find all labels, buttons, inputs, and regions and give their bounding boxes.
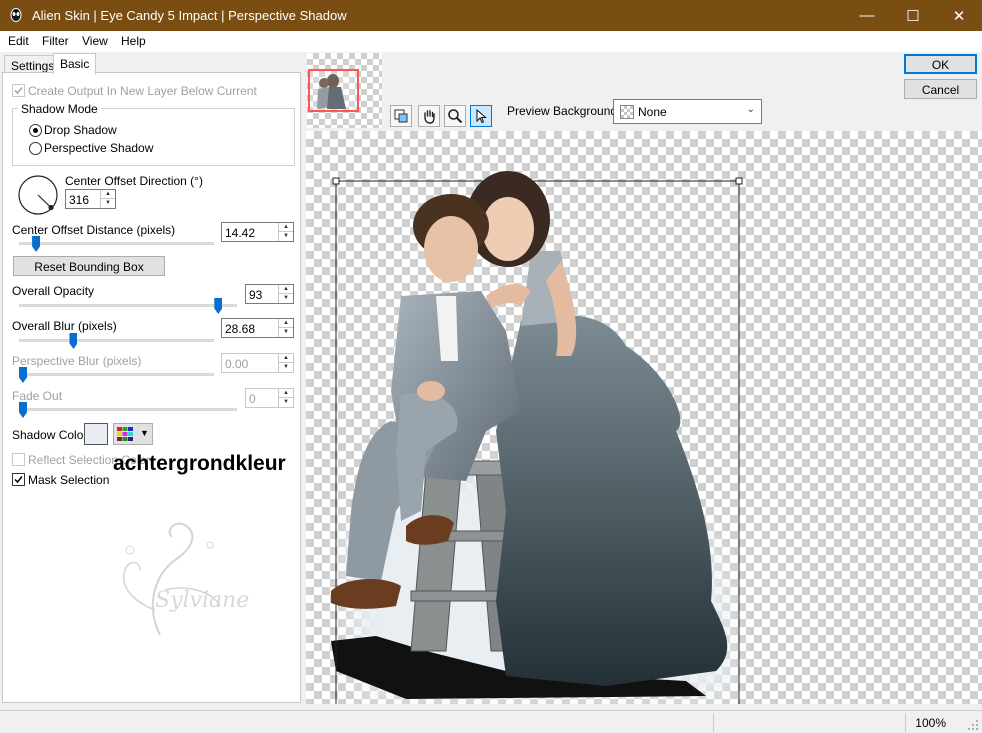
spinner-arrows[interactable]: ▲ ▼ bbox=[278, 389, 293, 407]
fade-out-value: 0 bbox=[249, 392, 256, 406]
spinner-arrows[interactable]: ▲ ▼ bbox=[278, 223, 293, 241]
spinner-arrows[interactable]: ▲ ▼ bbox=[278, 285, 293, 303]
minimize-button[interactable]: — bbox=[844, 0, 890, 31]
center-offset-distance-input[interactable]: 14.42 ▲ ▼ bbox=[221, 222, 294, 242]
status-bar: 100% bbox=[0, 710, 982, 733]
chevron-down-icon: ⌄ bbox=[746, 104, 755, 115]
title-bar: Alien Skin | Eye Candy 5 Impact | Perspe… bbox=[0, 0, 982, 31]
maximize-icon: ☐ bbox=[906, 7, 920, 25]
mask-selection-label: Mask Selection bbox=[28, 473, 110, 487]
radio-selected-dot bbox=[33, 128, 38, 133]
transparent-swatch-icon bbox=[620, 105, 634, 119]
perspective-blur-track[interactable] bbox=[19, 373, 214, 376]
shadow-color-swatch[interactable] bbox=[84, 423, 108, 445]
reset-bounding-box-button[interactable]: Reset Bounding Box bbox=[13, 256, 165, 276]
hand-icon bbox=[424, 110, 435, 124]
compare-tool-button[interactable] bbox=[390, 105, 412, 127]
menu-help[interactable]: Help bbox=[121, 34, 146, 48]
zoom-tool-button[interactable] bbox=[444, 105, 466, 127]
select-tool-button[interactable] bbox=[470, 105, 492, 127]
shadow-mode-group bbox=[12, 108, 295, 166]
create-output-checkbox[interactable] bbox=[12, 84, 25, 97]
zoom-level: 100% bbox=[915, 716, 946, 730]
checkmark-icon bbox=[14, 87, 23, 95]
spinner-arrows[interactable]: ▲ ▼ bbox=[278, 319, 293, 337]
cancel-button[interactable]: Cancel bbox=[904, 79, 977, 99]
perspective-shadow-label[interactable]: Perspective Shadow bbox=[44, 141, 153, 155]
perspective-blur-input[interactable]: 0.00 ▲ ▼ bbox=[221, 353, 294, 373]
center-offset-distance-label: Center Offset Distance (pixels) bbox=[12, 223, 176, 237]
preview-navigator[interactable] bbox=[307, 53, 382, 128]
menu-edit[interactable]: Edit bbox=[8, 34, 29, 48]
color-palette-button[interactable]: ▼ bbox=[113, 423, 153, 445]
menu-bar: Edit Filter View Help bbox=[0, 31, 982, 52]
preview-background-label: Preview Background: bbox=[507, 104, 621, 118]
drop-shadow-label[interactable]: Drop Shadow bbox=[44, 123, 117, 137]
menu-filter[interactable]: Filter bbox=[42, 34, 69, 48]
center-offset-direction-input[interactable]: 316 ▲ ▼ bbox=[65, 189, 116, 209]
overall-opacity-value: 93 bbox=[249, 288, 263, 302]
preview-image bbox=[331, 171, 743, 704]
hand-tool-button[interactable] bbox=[418, 105, 440, 127]
perspective-blur-label: Perspective Blur (pixels) bbox=[12, 354, 142, 368]
fade-out-track[interactable] bbox=[19, 408, 237, 411]
checkmark-icon bbox=[14, 476, 23, 484]
perspective-shadow-radio[interactable] bbox=[29, 142, 42, 155]
resize-grip-icon[interactable] bbox=[967, 719, 979, 731]
perspective-blur-value: 0.00 bbox=[225, 357, 249, 371]
status-divider bbox=[713, 713, 714, 732]
minimize-icon: — bbox=[859, 7, 875, 24]
center-offset-distance-track[interactable] bbox=[19, 242, 214, 245]
dropdown-arrow-icon: ▼ bbox=[140, 428, 149, 438]
overall-blur-track[interactable] bbox=[19, 339, 214, 342]
center-offset-direction-value: 316 bbox=[69, 193, 90, 207]
shadow-color-label: Shadow Color bbox=[12, 428, 88, 442]
tab-basic[interactable]: Basic bbox=[53, 53, 97, 75]
center-offset-direction-label: Center Offset Direction (°) bbox=[65, 174, 203, 188]
overall-blur-input[interactable]: 28.68 ▲ ▼ bbox=[221, 318, 294, 338]
center-offset-distance-value: 14.42 bbox=[225, 226, 256, 240]
overall-opacity-input[interactable]: 93 ▲ ▼ bbox=[245, 284, 294, 304]
ok-button[interactable]: OK bbox=[904, 54, 977, 74]
viewport-frame[interactable] bbox=[308, 69, 359, 112]
preview-background-select[interactable]: None ⌄ bbox=[613, 99, 762, 124]
create-output-label: Create Output In New Layer Below Current bbox=[28, 84, 257, 98]
arrow-pointer-icon bbox=[476, 108, 487, 124]
preview-background-value: None bbox=[638, 105, 667, 119]
preview-canvas[interactable] bbox=[306, 131, 982, 704]
menu-view[interactable]: View bbox=[82, 34, 108, 48]
compare-icon bbox=[394, 109, 408, 123]
reflect-selection-color-checkbox[interactable] bbox=[12, 453, 25, 466]
direction-dial[interactable] bbox=[17, 174, 59, 216]
annotation-text: achtergrondkleur bbox=[113, 452, 286, 475]
swirl-ornament-icon bbox=[123, 522, 221, 636]
fade-out-input[interactable]: 0 ▲ ▼ bbox=[245, 388, 294, 408]
status-divider bbox=[905, 713, 906, 732]
overall-blur-label: Overall Blur (pixels) bbox=[12, 319, 117, 333]
overall-blur-value: 28.68 bbox=[225, 322, 256, 336]
fade-out-label: Fade Out bbox=[12, 389, 63, 403]
spinner-arrows[interactable]: ▲ ▼ bbox=[278, 354, 293, 372]
alien-skin-app-icon bbox=[10, 8, 22, 22]
shadow-mode-label: Shadow Mode bbox=[18, 102, 101, 116]
close-icon: ✕ bbox=[952, 7, 966, 25]
overall-opacity-track[interactable] bbox=[19, 304, 237, 307]
drop-shadow-radio[interactable] bbox=[29, 124, 42, 137]
close-button[interactable]: ✕ bbox=[936, 0, 982, 31]
magnifier-icon bbox=[448, 109, 463, 124]
mask-selection-checkbox[interactable] bbox=[12, 473, 25, 486]
spinner-arrows[interactable]: ▲ ▼ bbox=[100, 190, 115, 208]
window-title: Alien Skin | Eye Candy 5 Impact | Perspe… bbox=[32, 8, 347, 23]
overall-opacity-label: Overall Opacity bbox=[12, 284, 95, 298]
watermark-signature: Sylviane bbox=[155, 588, 250, 613]
color-grid-icon bbox=[117, 427, 133, 441]
maximize-button[interactable]: ☐ bbox=[890, 0, 936, 31]
